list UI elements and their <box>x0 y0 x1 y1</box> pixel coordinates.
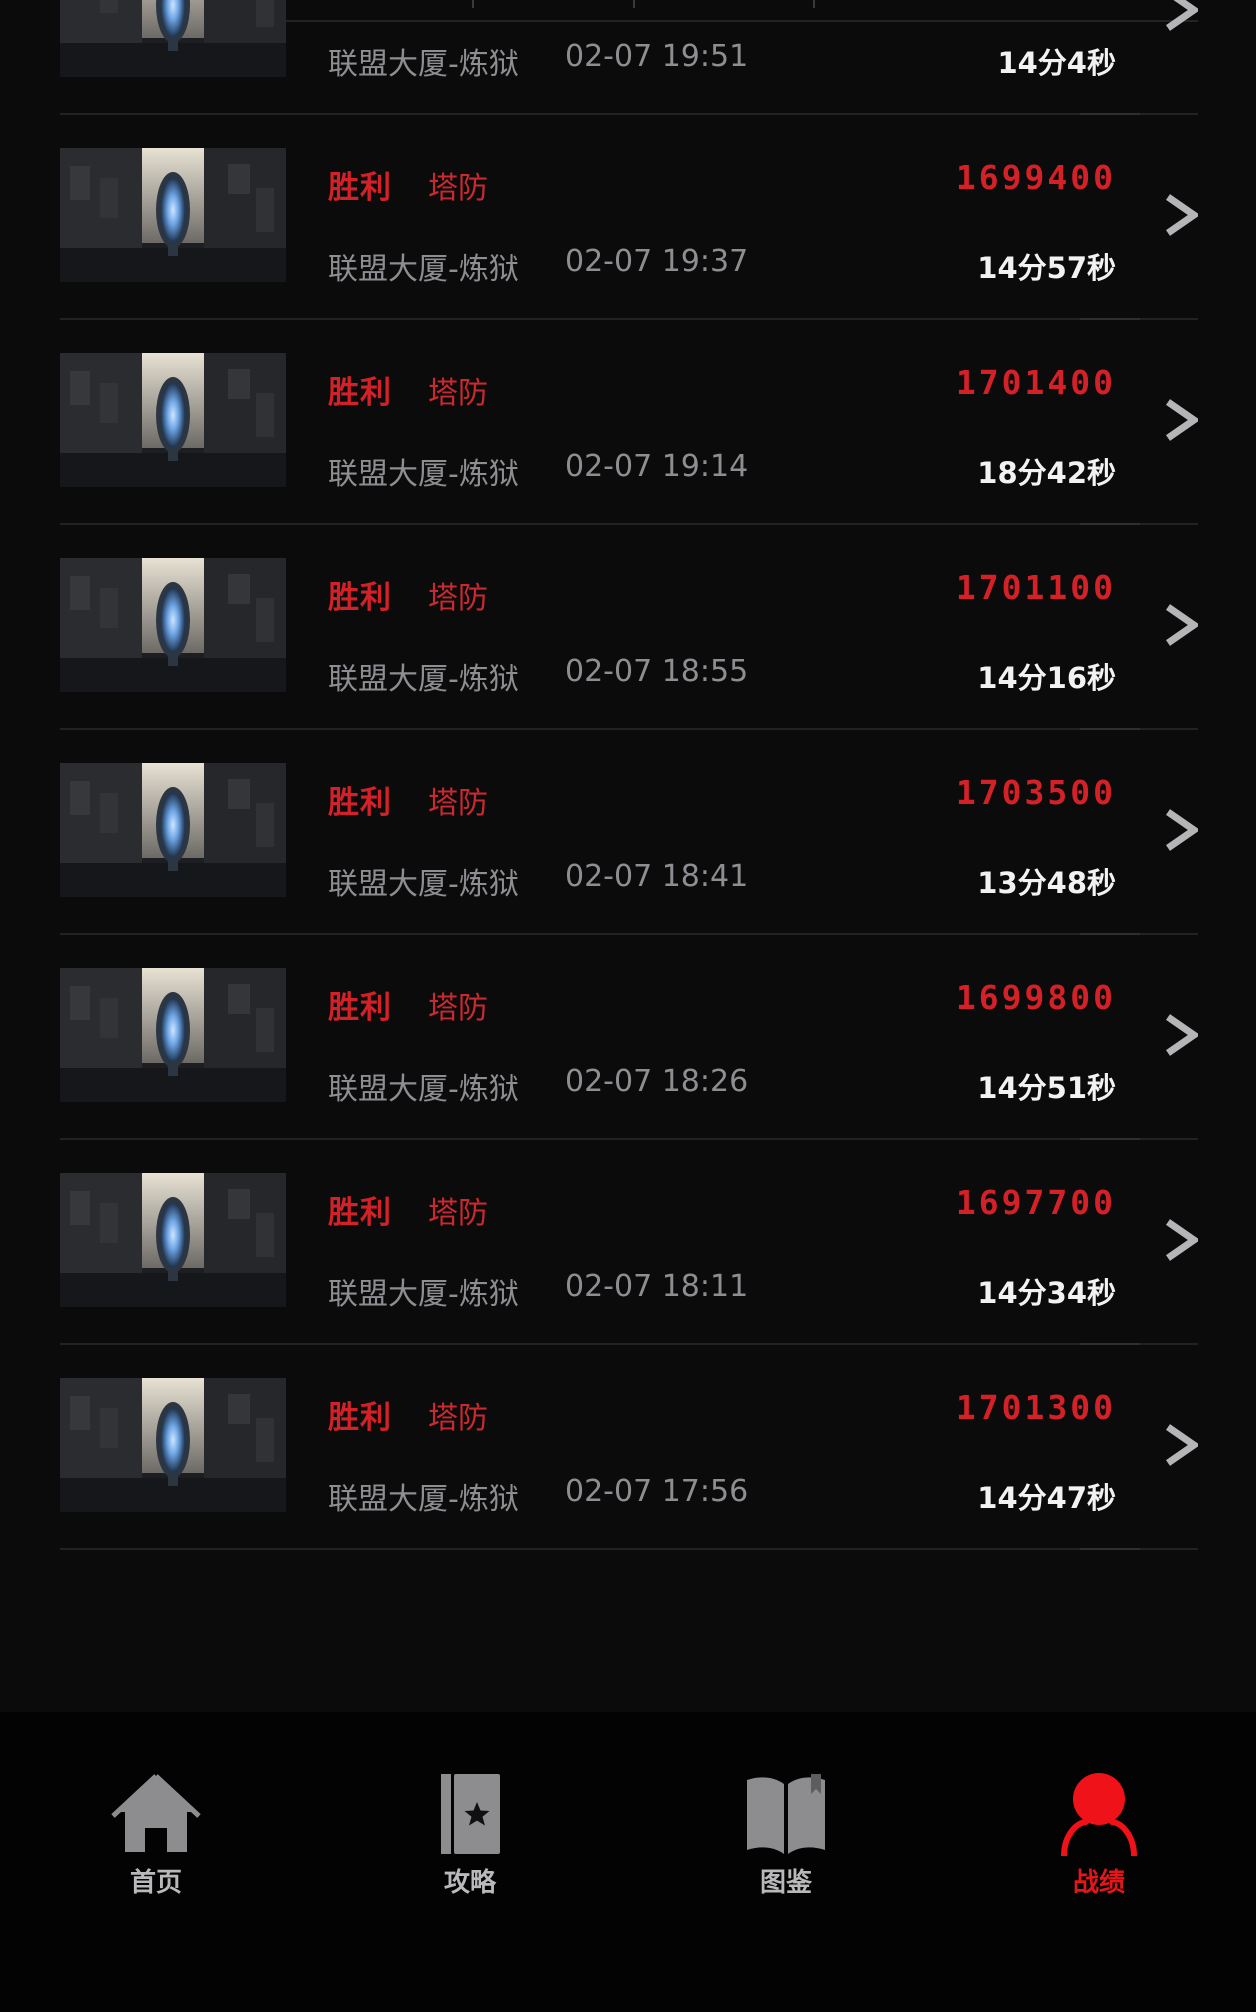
map-thumbnail <box>60 353 286 487</box>
match-score: 1701300 <box>955 1388 1116 1427</box>
chevron-right-icon[interactable] <box>1164 193 1198 237</box>
nav-item-guide[interactable]: 攻略 <box>390 1772 550 1912</box>
map-name: 联盟大厦-炼狱 <box>328 252 519 287</box>
user-icon <box>1061 1773 1137 1856</box>
match-result: 胜利 <box>328 1400 392 1436</box>
map-name: 联盟大厦-炼狱 <box>328 1482 519 1517</box>
match-result: 胜利 <box>328 170 392 206</box>
nav-label-home: 首页 <box>129 1868 182 1898</box>
nav-label-guide: 攻略 <box>443 1868 496 1898</box>
chevron-right-icon[interactable] <box>1164 1423 1198 1467</box>
match-time: 02-07 18:41 <box>565 859 749 894</box>
chevron-right-icon[interactable] <box>1164 808 1198 852</box>
map-name: 联盟大厦-炼狱 <box>328 1277 519 1312</box>
record-row[interactable]: 胜利 塔防 1701400 联盟大厦-炼狱 02-07 19:14 18分42秒 <box>60 318 1198 525</box>
chevron-right-icon[interactable] <box>1164 0 1198 32</box>
chevron-right-icon[interactable] <box>1164 398 1198 442</box>
match-result: 胜利 <box>328 1195 392 1231</box>
nav-item-codex[interactable]: 图鉴 <box>706 1772 866 1912</box>
match-duration: 14分4秒 <box>997 46 1116 80</box>
map-thumbnail <box>60 1378 286 1512</box>
game-mode: 塔防 <box>428 171 488 206</box>
game-mode: 塔防 <box>428 786 488 821</box>
chevron-right-icon[interactable] <box>1164 1218 1198 1262</box>
battle-record-page: 联盟大厦-炼狱 02-07 19:51 14分4秒 胜利 塔防 1699400 联盟大厦-炼… <box>0 0 1256 2012</box>
game-mode: 塔防 <box>428 991 488 1026</box>
home-icon <box>111 1774 201 1852</box>
match-result: 胜利 <box>328 990 392 1026</box>
match-score: 1703500 <box>955 773 1116 812</box>
match-time: 02-07 19:37 <box>565 244 749 279</box>
match-result: 胜利 <box>328 580 392 616</box>
nav-label-codex: 图鉴 <box>759 1868 812 1898</box>
record-row[interactable]: 胜利 塔防 1699800 联盟大厦-炼狱 02-07 18:26 14分51秒 <box>60 933 1198 1140</box>
match-time: 02-07 19:51 <box>565 39 749 74</box>
map-thumbnail <box>60 968 286 1102</box>
chevron-right-icon[interactable] <box>1164 603 1198 647</box>
game-mode: 塔防 <box>428 376 488 411</box>
match-score: 1699800 <box>955 978 1116 1017</box>
match-score: 1701100 <box>955 568 1116 607</box>
row-edge-marker <box>1080 1548 1140 1550</box>
map-name: 联盟大厦-炼狱 <box>328 457 519 492</box>
match-duration: 14分34秒 <box>977 1276 1116 1310</box>
match-time: 02-07 18:26 <box>565 1064 749 1099</box>
match-time: 02-07 18:11 <box>565 1269 749 1304</box>
match-time: 02-07 19:14 <box>565 449 749 484</box>
nav-item-records[interactable]: 战绩 <box>1019 1772 1179 1912</box>
match-duration: 13分48秒 <box>977 866 1116 900</box>
nav-item-home[interactable]: 首页 <box>76 1772 236 1912</box>
map-name: 联盟大厦-炼狱 <box>328 867 519 902</box>
match-duration: 18分42秒 <box>977 456 1116 490</box>
match-result: 胜利 <box>328 785 392 821</box>
match-score: 1701400 <box>955 363 1116 402</box>
match-duration: 14分47秒 <box>977 1481 1116 1515</box>
match-time: 02-07 18:55 <box>565 654 749 689</box>
match-score: 1699400 <box>955 158 1116 197</box>
map-name: 联盟大厦-炼狱 <box>328 662 519 697</box>
record-row[interactable]: 胜利 塔防 1701300 联盟大厦-炼狱 02-07 17:56 14分47秒 <box>60 1343 1198 1550</box>
record-row[interactable]: 胜利 塔防 1697700 联盟大厦-炼狱 02-07 18:11 14分34秒 <box>60 1138 1198 1345</box>
map-thumbnail <box>60 558 286 692</box>
match-score: 1697700 <box>955 1183 1116 1222</box>
open-book-icon <box>747 1774 825 1854</box>
map-name: 联盟大厦-炼狱 <box>328 47 519 82</box>
guide-book-star-icon <box>441 1774 500 1854</box>
map-thumbnail <box>60 763 286 897</box>
record-row[interactable]: 胜利 塔防 1701100 联盟大厦-炼狱 02-07 18:55 14分16秒 <box>60 523 1198 730</box>
nav-label-records: 战绩 <box>1072 1868 1125 1898</box>
game-mode: 塔防 <box>428 1401 488 1436</box>
bottom-navigation: 首页 攻略 图鉴 战绩 <box>0 1712 1256 2012</box>
chevron-right-icon[interactable] <box>1164 1013 1198 1057</box>
match-duration: 14分16秒 <box>977 661 1116 695</box>
match-duration: 14分51秒 <box>977 1071 1116 1105</box>
record-row[interactable]: 联盟大厦-炼狱 02-07 19:51 14分4秒 <box>60 0 1198 115</box>
match-result: 胜利 <box>328 375 392 411</box>
map-thumbnail <box>60 148 286 282</box>
record-row[interactable]: 胜利 塔防 1703500 联盟大厦-炼狱 02-07 18:41 13分48秒 <box>60 728 1198 935</box>
game-mode: 塔防 <box>428 1196 488 1231</box>
map-thumbnail <box>60 1173 286 1307</box>
record-row[interactable]: 胜利 塔防 1699400 联盟大厦-炼狱 02-07 19:37 14分57秒 <box>60 113 1198 320</box>
match-duration: 14分57秒 <box>977 251 1116 285</box>
match-time: 02-07 17:56 <box>565 1474 749 1509</box>
map-name: 联盟大厦-炼狱 <box>328 1072 519 1107</box>
game-mode: 塔防 <box>428 581 488 616</box>
map-thumbnail <box>60 0 286 77</box>
